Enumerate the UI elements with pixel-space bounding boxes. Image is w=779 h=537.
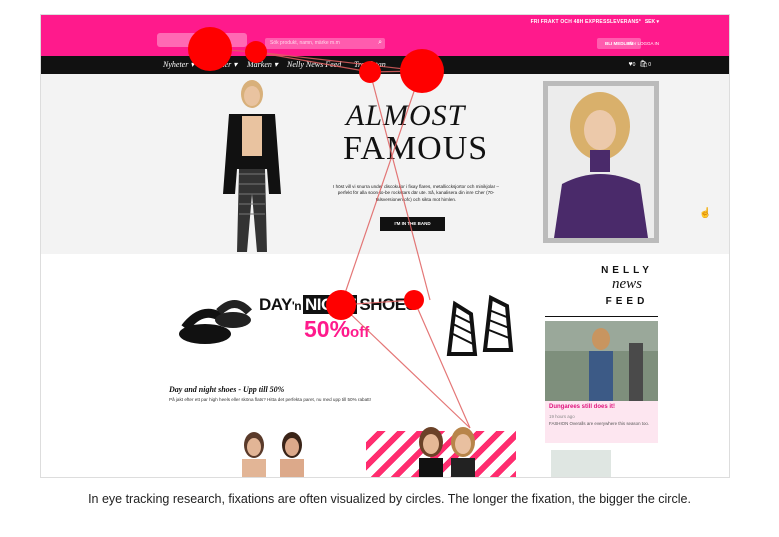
feed-post-time: 19 hours ago	[549, 414, 575, 419]
nav-item-news-feed[interactable]: Nelly News Feed	[287, 60, 341, 69]
promo-title-day: DAY	[259, 295, 292, 314]
site-logo[interactable]	[157, 33, 247, 47]
feed-post-image[interactable]	[545, 321, 658, 401]
hero-description: I höst vill vi snurra under discokulor i…	[333, 184, 499, 202]
feed-divider	[545, 316, 658, 317]
hero-model-image	[223, 80, 281, 252]
search-placeholder: Sök produkt, namn, märke m.m	[270, 40, 340, 46]
search-icon[interactable]: ⌕	[378, 39, 382, 47]
nav-item-nyheter[interactable]: Nyheter ▾	[163, 60, 194, 69]
feed-post-card[interactable]: Dungarees still does it! 19 hours ago FA…	[545, 401, 658, 443]
currency-selector[interactable]: SEK ▾	[645, 19, 659, 25]
nav-item-marken[interactable]: Märken ▾	[247, 60, 278, 69]
nav-icons: ♥0 🛍0	[629, 60, 652, 68]
hero-cta-button[interactable]: I'M IN THE BAND	[380, 217, 445, 231]
figure-caption: In eye tracking research, fixations are …	[88, 492, 691, 506]
wishlist-count: 0	[632, 62, 636, 68]
feed-post-title[interactable]: Dungarees still does it!	[549, 404, 615, 410]
nav-item-trendstan[interactable]: Trendstan	[354, 60, 386, 69]
nav-item-klader[interactable]: Kläder ▾	[209, 60, 237, 69]
promo-body-text: På jakt efter ett par high heels eller s…	[169, 397, 371, 402]
promo-percent: 50%	[304, 316, 351, 342]
login-link[interactable]: eller LOGGA IN	[628, 41, 659, 46]
swimwear-models-image[interactable]	[226, 429, 326, 478]
promo-heading[interactable]: Day and night shoes - Upp till 50%	[169, 385, 284, 394]
hero-banner[interactable]: ALMOST FAMOUS I höst vill vi snurra unde…	[41, 74, 729, 254]
promo-title-shoes: SHOES	[359, 295, 417, 314]
feed-post-description: FASHION Overalls are everywhere this sea…	[549, 421, 650, 426]
feed-photo-illustration	[545, 321, 658, 401]
party-models-image[interactable]	[391, 424, 501, 478]
cursor-hand-icon: ☝	[699, 208, 712, 219]
promo-title-night: NIGHT	[303, 295, 358, 314]
search-input[interactable]: Sök produkt, namn, märke m.m ⌕	[265, 38, 385, 49]
hero-headline-line1: ALMOST	[346, 99, 466, 132]
promo-title-n: 'n	[291, 299, 302, 313]
website-screenshot: FRI FRAKT OCH 48H EXPRESSLEVERANS* SEK ▾…	[40, 14, 730, 478]
promo-discount: 50%off	[304, 316, 369, 343]
content-section: DAY'n NIGHT SHOES 50%off Day and night sho…	[41, 254, 729, 478]
hero-headline-line2: FAMOUS	[343, 130, 489, 167]
portrait-illustration	[548, 86, 654, 238]
shipping-promo-text: FRI FRAKT OCH 48H EXPRESSLEVERANS*	[530, 19, 641, 25]
feed-next-post-image[interactable]	[551, 450, 611, 477]
feed-logo-line2: news	[612, 276, 642, 292]
sandal-image[interactable]	[175, 292, 255, 352]
feed-logo-line3: FEED	[605, 296, 649, 307]
hero-portrait-image[interactable]	[543, 81, 659, 243]
top-header: FRI FRAKT OCH 48H EXPRESSLEVERANS* SEK ▾…	[41, 15, 729, 56]
promo-title: DAY'n NIGHT SHOES	[259, 295, 417, 315]
cart-count: 0	[648, 62, 651, 68]
cart-icon[interactable]: 🛍	[639, 61, 648, 68]
feed-logo-line1: NELLY	[601, 265, 653, 276]
heel-image[interactable]	[441, 284, 521, 359]
main-nav: Nyheter ▾ Kläder ▾ Märken ▾ Nelly News F…	[41, 56, 729, 74]
promo-off: off	[350, 324, 370, 341]
